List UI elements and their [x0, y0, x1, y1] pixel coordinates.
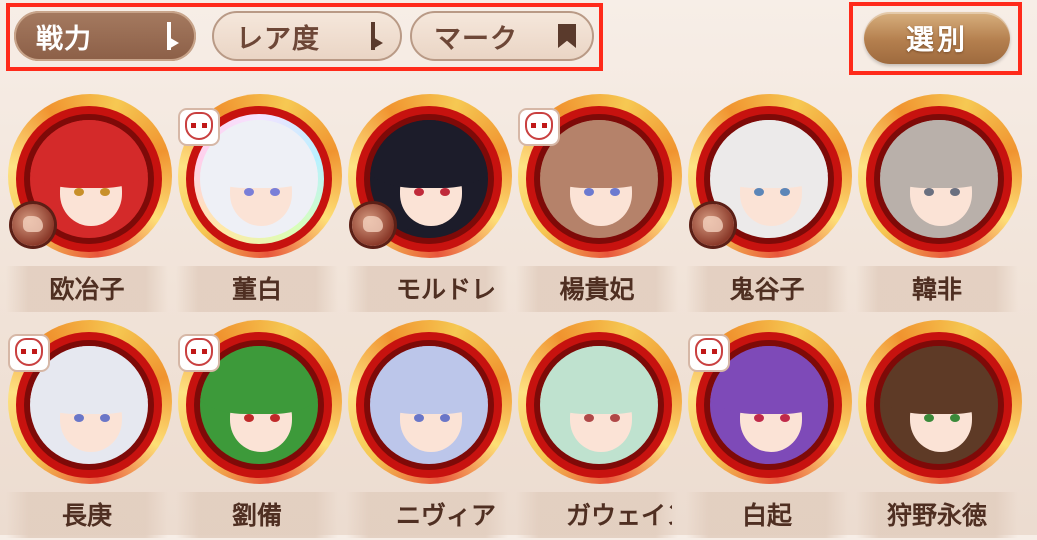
character-card[interactable]: 劉備 [176, 320, 342, 540]
sort-mark-label: マーク [434, 23, 518, 55]
character-name: 白起 [741, 501, 792, 530]
character-portrait [178, 94, 342, 258]
character-portrait [688, 320, 852, 484]
select-button[interactable]: 選別 [864, 12, 1010, 64]
fox-mask-icon [180, 336, 218, 370]
character-card[interactable]: モルドレ [346, 94, 512, 314]
fist-badge-icon [12, 204, 54, 246]
bookmark-icon [558, 24, 576, 48]
character-portrait [8, 320, 172, 484]
character-portrait [178, 320, 342, 484]
sort-power-label: 戦力 [36, 23, 92, 55]
fox-mask-icon [690, 336, 728, 370]
character-portrait [518, 320, 682, 484]
character-face [880, 120, 998, 238]
character-card[interactable]: ニヴィア [346, 320, 512, 540]
character-name: ガウェイン [566, 501, 672, 530]
fox-mask-icon [520, 110, 558, 144]
character-name: 狩野永徳 [886, 501, 987, 530]
sort-direction-icon [368, 22, 384, 50]
sort-direction-icon [164, 22, 180, 50]
character-face [370, 346, 488, 464]
character-portrait [348, 94, 512, 258]
character-face [540, 346, 658, 464]
sort-power-button[interactable]: 戦力 [14, 11, 196, 61]
character-name: 鬼谷子 [729, 275, 805, 304]
character-name: 欧冶子 [49, 275, 125, 304]
character-portrait [858, 94, 1022, 258]
character-card[interactable]: ガウェイン [516, 320, 682, 540]
character-portrait [518, 94, 682, 258]
character-name: ニヴィア [396, 501, 497, 530]
character-portrait [8, 94, 172, 258]
character-card[interactable]: 白起 [686, 320, 852, 540]
fox-mask-icon [10, 336, 48, 370]
fist-badge-icon [692, 204, 734, 246]
character-card[interactable]: 楊貴妃 [516, 94, 682, 314]
character-name: 韓非 [911, 275, 962, 304]
character-card[interactable]: 韓非 [856, 94, 1022, 314]
character-portrait [348, 320, 512, 484]
character-name: モルドレ [396, 275, 497, 304]
fox-mask-icon [180, 110, 218, 144]
character-face [880, 346, 998, 464]
character-portrait [858, 320, 1022, 484]
character-name: 楊貴妃 [559, 275, 635, 304]
character-card[interactable]: 鬼谷子 [686, 94, 852, 314]
character-card[interactable]: 長庚 [6, 320, 172, 540]
sort-rarity-label: レア度 [236, 23, 320, 55]
toolbar: 戦力 レア度 マーク 選別 [0, 0, 1037, 80]
character-name: 董白 [231, 275, 282, 304]
fist-badge-icon [352, 204, 394, 246]
sort-mark-button[interactable]: マーク [410, 11, 594, 61]
character-card[interactable]: 董白 [176, 94, 342, 314]
character-card[interactable]: 狩野永徳 [856, 320, 1022, 540]
sort-rarity-button[interactable]: レア度 [212, 11, 402, 61]
character-name: 長庚 [61, 501, 112, 530]
character-portrait [688, 94, 852, 258]
character-card[interactable]: 欧冶子 [6, 94, 172, 314]
select-label: 選別 [905, 23, 968, 56]
character-name: 劉備 [231, 501, 282, 530]
